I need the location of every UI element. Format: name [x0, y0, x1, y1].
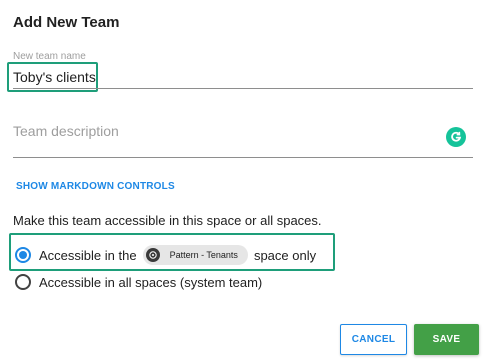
team-name-underline: [13, 88, 473, 89]
access-heading: Make this team accessible in this space …: [13, 213, 322, 228]
grammarly-icon[interactable]: [446, 127, 466, 147]
space-chip: Pattern - Tenants: [142, 245, 248, 265]
space-chip-label: Pattern - Tenants: [169, 250, 238, 260]
team-name-label: New team name: [13, 51, 86, 62]
option-all-label: Accessible in all spaces (system team): [39, 274, 263, 290]
option-space-suffix: space only: [253, 247, 317, 263]
add-team-dialog: Add New Team New team name Toby's client…: [0, 0, 487, 359]
space-avatar-glyph: [148, 251, 157, 259]
radio-all-spaces[interactable]: [15, 274, 31, 290]
option-space-prefix: Accessible in the: [39, 247, 137, 263]
team-description-input[interactable]: Team description: [13, 123, 119, 139]
radio-option-space-only[interactable]: Accessible in the Pattern - Tenants spac…: [15, 245, 316, 265]
radio-option-all-spaces[interactable]: Accessible in all spaces (system team): [15, 274, 262, 290]
dialog-title: Add New Team: [13, 14, 120, 31]
radio-selected-dot: [19, 251, 27, 259]
show-markdown-controls-link[interactable]: SHOW MARKDOWN CONTROLS: [16, 181, 175, 192]
cancel-button[interactable]: CANCEL: [340, 324, 407, 355]
grammarly-glyph: [451, 131, 462, 142]
team-name-input[interactable]: Toby's clients: [13, 69, 96, 85]
team-description-underline: [13, 157, 473, 158]
space-avatar-icon: [145, 248, 160, 262]
save-button[interactable]: SAVE: [414, 324, 479, 355]
radio-space-only[interactable]: [15, 247, 31, 263]
